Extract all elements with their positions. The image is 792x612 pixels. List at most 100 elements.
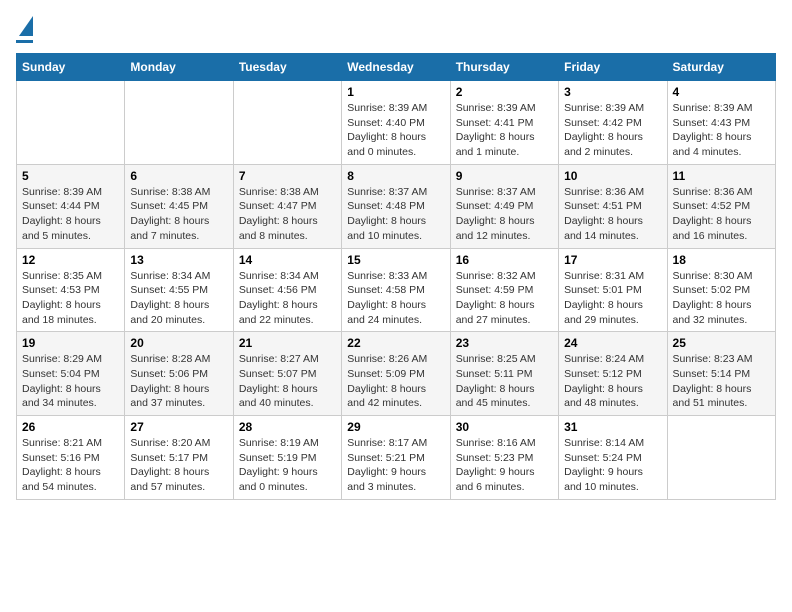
day-number: 9 [456,169,553,183]
day-number: 20 [130,336,227,350]
day-info: Sunrise: 8:39 AM Sunset: 4:43 PM Dayligh… [673,101,770,160]
day-info: Sunrise: 8:39 AM Sunset: 4:44 PM Dayligh… [22,185,119,244]
calendar-cell: 25Sunrise: 8:23 AM Sunset: 5:14 PM Dayli… [667,332,775,416]
calendar-cell: 14Sunrise: 8:34 AM Sunset: 4:56 PM Dayli… [233,248,341,332]
calendar-cell [125,81,233,165]
day-number: 21 [239,336,336,350]
calendar-cell: 2Sunrise: 8:39 AM Sunset: 4:41 PM Daylig… [450,81,558,165]
day-number: 8 [347,169,444,183]
day-number: 29 [347,420,444,434]
day-info: Sunrise: 8:16 AM Sunset: 5:23 PM Dayligh… [456,436,553,495]
calendar-week-row: 1 Sunrise: 8:39 AM Sunset: 4:40 PM Daylig… [17,81,776,165]
calendar-table: SundayMondayTuesdayWednesdayThursdayFrid… [16,53,776,500]
calendar-cell: 6Sunrise: 8:38 AM Sunset: 4:45 PM Daylig… [125,164,233,248]
day-number: 18 [673,253,770,267]
day-info: Sunrise: 8:30 AM Sunset: 5:02 PM Dayligh… [673,269,770,328]
calendar-cell: 11 Sunrise: 8:36 AM Sunset: 4:52 PM Dayli… [667,164,775,248]
day-info: Sunrise: 8:25 AM Sunset: 5:11 PM Dayligh… [456,352,553,411]
logo-triangle-icon [19,16,33,36]
calendar-header-row: SundayMondayTuesdayWednesdayThursdayFrid… [17,54,776,81]
calendar-cell: 27 Sunrise: 8:20 AM Sunset: 5:17 PM Dayli… [125,416,233,500]
day-info: Sunrise: 8:31 AM Sunset: 5:01 PM Dayligh… [564,269,661,328]
day-info: Sunrise: 8:38 AM Sunset: 4:47 PM Dayligh… [239,185,336,244]
calendar-cell: 7 Sunrise: 8:38 AM Sunset: 4:47 PM Daylig… [233,164,341,248]
calendar-cell: 15 Sunrise: 8:33 AM Sunset: 4:58 PM Dayli… [342,248,450,332]
day-info: Sunrise: 8:35 AM Sunset: 4:53 PM Dayligh… [22,269,119,328]
day-info: Sunrise: 8:27 AM Sunset: 5:07 PM Dayligh… [239,352,336,411]
calendar-cell: 4 Sunrise: 8:39 AM Sunset: 4:43 PM Daylig… [667,81,775,165]
day-number: 11 [673,169,770,183]
day-info: Sunrise: 8:33 AM Sunset: 4:58 PM Dayligh… [347,269,444,328]
day-info: Sunrise: 8:17 AM Sunset: 5:21 PM Dayligh… [347,436,444,495]
day-number: 16 [456,253,553,267]
day-info: Sunrise: 8:28 AM Sunset: 5:06 PM Dayligh… [130,352,227,411]
calendar-cell: 30 Sunrise: 8:16 AM Sunset: 5:23 PM Dayli… [450,416,558,500]
day-info: Sunrise: 8:39 AM Sunset: 4:40 PM Dayligh… [347,101,444,160]
calendar-cell: 31 Sunrise: 8:14 AM Sunset: 5:24 PM Dayli… [559,416,667,500]
calendar-header-friday: Friday [559,54,667,81]
calendar-cell: 19 Sunrise: 8:29 AM Sunset: 5:04 PM Dayli… [17,332,125,416]
day-number: 22 [347,336,444,350]
calendar-cell [17,81,125,165]
calendar-cell [667,416,775,500]
day-info: Sunrise: 8:34 AM Sunset: 4:56 PM Dayligh… [239,269,336,328]
day-number: 27 [130,420,227,434]
calendar-cell: 8 Sunrise: 8:37 AM Sunset: 4:48 PM Daylig… [342,164,450,248]
calendar-header-monday: Monday [125,54,233,81]
day-number: 5 [22,169,119,183]
day-number: 4 [673,85,770,99]
day-number: 19 [22,336,119,350]
day-number: 1 [347,85,444,99]
day-info: Sunrise: 8:14 AM Sunset: 5:24 PM Dayligh… [564,436,661,495]
calendar-header-wednesday: Wednesday [342,54,450,81]
day-info: Sunrise: 8:37 AM Sunset: 4:48 PM Dayligh… [347,185,444,244]
day-info: Sunrise: 8:19 AM Sunset: 5:19 PM Dayligh… [239,436,336,495]
day-info: Sunrise: 8:20 AM Sunset: 5:17 PM Dayligh… [130,436,227,495]
day-number: 26 [22,420,119,434]
day-number: 7 [239,169,336,183]
calendar-week-row: 5 Sunrise: 8:39 AM Sunset: 4:44 PM Daylig… [17,164,776,248]
calendar-cell: 21 Sunrise: 8:27 AM Sunset: 5:07 PM Dayli… [233,332,341,416]
day-number: 30 [456,420,553,434]
calendar-header-tuesday: Tuesday [233,54,341,81]
calendar-cell: 17 Sunrise: 8:31 AM Sunset: 5:01 PM Dayli… [559,248,667,332]
calendar-cell: 3 Sunrise: 8:39 AM Sunset: 4:42 PM Daylig… [559,81,667,165]
calendar-cell [233,81,341,165]
day-info: Sunrise: 8:37 AM Sunset: 4:49 PM Dayligh… [456,185,553,244]
day-info: Sunrise: 8:21 AM Sunset: 5:16 PM Dayligh… [22,436,119,495]
day-number: 15 [347,253,444,267]
day-number: 12 [22,253,119,267]
day-number: 24 [564,336,661,350]
day-number: 17 [564,253,661,267]
calendar-cell: 24 Sunrise: 8:24 AM Sunset: 5:12 PM Dayli… [559,332,667,416]
day-number: 3 [564,85,661,99]
day-info: Sunrise: 8:29 AM Sunset: 5:04 PM Dayligh… [22,352,119,411]
calendar-cell: 22 Sunrise: 8:26 AM Sunset: 5:09 PM Dayli… [342,332,450,416]
calendar-cell: 1 Sunrise: 8:39 AM Sunset: 4:40 PM Daylig… [342,81,450,165]
day-info: Sunrise: 8:26 AM Sunset: 5:09 PM Dayligh… [347,352,444,411]
calendar-cell: 16Sunrise: 8:32 AM Sunset: 4:59 PM Dayli… [450,248,558,332]
calendar-cell: 13Sunrise: 8:34 AM Sunset: 4:55 PM Dayli… [125,248,233,332]
calendar-week-row: 26 Sunrise: 8:21 AM Sunset: 5:16 PM Dayli… [17,416,776,500]
day-number: 23 [456,336,553,350]
calendar-cell: 12 Sunrise: 8:35 AM Sunset: 4:53 PM Dayli… [17,248,125,332]
day-info: Sunrise: 8:39 AM Sunset: 4:41 PM Dayligh… [456,101,553,160]
calendar-header-thursday: Thursday [450,54,558,81]
day-number: 13 [130,253,227,267]
logo-underline [16,40,33,43]
logo [16,16,33,43]
day-number: 10 [564,169,661,183]
day-number: 31 [564,420,661,434]
day-number: 25 [673,336,770,350]
day-info: Sunrise: 8:36 AM Sunset: 4:52 PM Dayligh… [673,185,770,244]
calendar-week-row: 12 Sunrise: 8:35 AM Sunset: 4:53 PM Dayli… [17,248,776,332]
day-info: Sunrise: 8:39 AM Sunset: 4:42 PM Dayligh… [564,101,661,160]
calendar-cell: 26 Sunrise: 8:21 AM Sunset: 5:16 PM Dayli… [17,416,125,500]
calendar-week-row: 19 Sunrise: 8:29 AM Sunset: 5:04 PM Dayli… [17,332,776,416]
calendar-cell: 29 Sunrise: 8:17 AM Sunset: 5:21 PM Dayli… [342,416,450,500]
calendar-cell: 28Sunrise: 8:19 AM Sunset: 5:19 PM Dayli… [233,416,341,500]
calendar-cell: 10Sunrise: 8:36 AM Sunset: 4:51 PM Dayli… [559,164,667,248]
day-info: Sunrise: 8:24 AM Sunset: 5:12 PM Dayligh… [564,352,661,411]
calendar-cell: 18 Sunrise: 8:30 AM Sunset: 5:02 PM Dayli… [667,248,775,332]
calendar-cell: 23 Sunrise: 8:25 AM Sunset: 5:11 PM Dayli… [450,332,558,416]
